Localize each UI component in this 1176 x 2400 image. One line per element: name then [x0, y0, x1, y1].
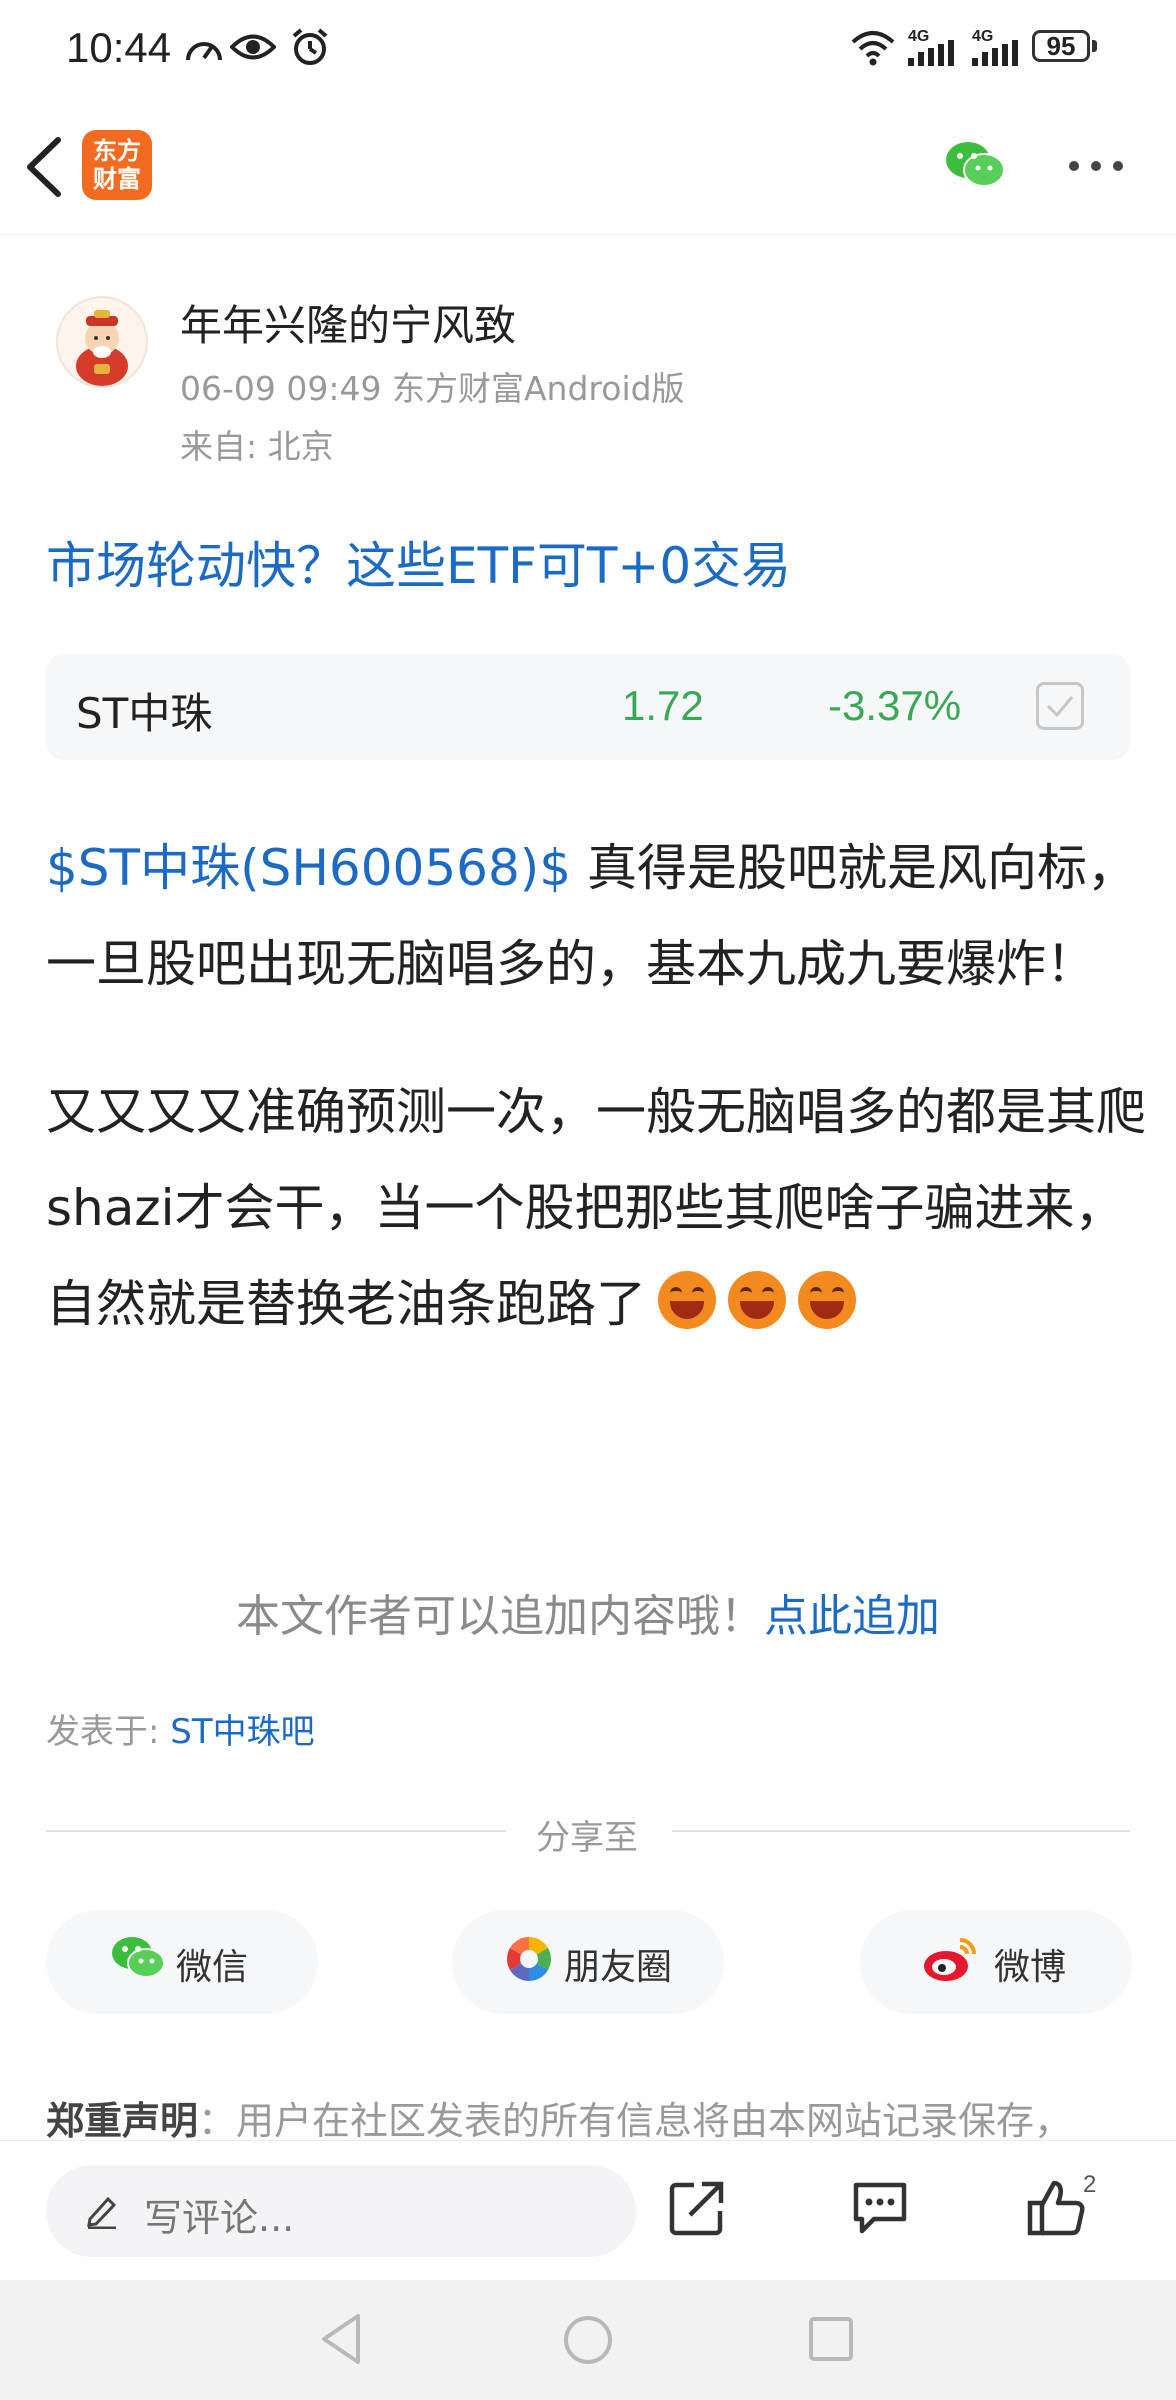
stock-card[interactable]: ST中珠 1.72 -3.37% [46, 654, 1130, 760]
logo-line-1: 东方 [93, 137, 141, 165]
divider-right [672, 1830, 1130, 1832]
post-meta: 06-09 09:49 东方财富Android版 [180, 369, 685, 408]
pencil-icon [87, 2196, 117, 2229]
alarm-icon [292, 28, 328, 65]
thumbs-up-icon[interactable] [1026, 2179, 1086, 2237]
laughing-emoji-icon [658, 1271, 716, 1329]
comment-placeholder: 写评论... [144, 2196, 295, 2240]
laughing-emoji-icon [728, 1271, 786, 1329]
posted-in: 发表于: ST中珠吧 [46, 1704, 315, 1753]
app-logo: 东方 财富 [82, 130, 152, 200]
signal-icon [908, 40, 954, 66]
share-moments-button[interactable]: 朋友圈 [452, 1910, 724, 2014]
share-icon[interactable] [668, 2179, 726, 2237]
nav-recents-icon[interactable] [808, 2316, 854, 2362]
watchlist-checkbox[interactable] [1036, 682, 1084, 730]
disclaimer-text: ：用户在社区发表的所有信息将由本网站记录保存， [198, 2099, 1073, 2143]
share-moments-label: 朋友圈 [564, 1947, 673, 1988]
append-text: 本文作者可以追加内容哦！ [236, 1591, 764, 1642]
comment-input[interactable]: 写评论... [46, 2165, 636, 2257]
status-bar: 10:44 4G 4G 95 [0, 0, 1176, 100]
stock-change: -3.37% [828, 682, 962, 729]
posted-in-label: 发表于: [46, 1712, 171, 1752]
share-title: 分享至 [536, 1818, 638, 1858]
moments-icon [507, 1937, 551, 1981]
comment-icon[interactable] [850, 2179, 910, 2235]
stock-bar-link[interactable]: ST中珠吧 [170, 1712, 314, 1752]
stock-price: 1.72 [622, 682, 704, 729]
weibo-icon [924, 1938, 976, 1981]
wifi-icon [851, 31, 895, 66]
speedometer-icon [186, 42, 222, 61]
disclaimer-label: 郑重声明 [46, 2099, 199, 2143]
signal-icon-2 [972, 40, 1018, 66]
status-time: 10:44 [66, 24, 172, 71]
divider-left [46, 1830, 506, 1832]
avatar-image [76, 310, 128, 386]
share-wechat-button[interactable]: 微信 [46, 1910, 318, 2014]
eye-icon [230, 34, 276, 60]
system-nav-bar [0, 2280, 1176, 2400]
post-paragraph-2-text: 又又又又准确预测一次，一般无脑唱多的都是其爬shazi才会干，当一个股把那些其爬… [46, 1083, 1146, 1333]
battery-tip [1092, 40, 1097, 52]
battery-indicator: 95 [1032, 30, 1090, 62]
post-location: 来自: 北京 [180, 427, 334, 466]
logo-line-2: 财富 [93, 165, 141, 193]
stock-name: ST中珠 [76, 689, 213, 738]
share-wechat-label: 微信 [176, 1947, 249, 1988]
promo-title-link[interactable]: 市场轮动快？这些ETF可T+0交易 [46, 526, 791, 598]
post-paragraph-1: $ST中珠(SH600568)$ 真得是股吧就是风向标，一旦股吧出现无脑唱多的，… [46, 820, 1146, 1012]
disclaimer: 郑重声明：用户在社区发表的所有信息将由本网站记录保存， [46, 2090, 1072, 2145]
like-count: 2 [1083, 2171, 1097, 2198]
nav-home-icon[interactable] [562, 2314, 614, 2366]
laughing-emoji-icon [798, 1271, 856, 1329]
wechat-icon[interactable] [944, 140, 1006, 190]
stock-tag-link[interactable]: $ST中珠(SH600568)$ [46, 839, 571, 897]
app-header: 东方 财富 [0, 100, 1176, 235]
author-name[interactable]: 年年兴隆的宁风致 [180, 292, 516, 353]
append-content-line: 本文作者可以追加内容哦！点此追加 [0, 1580, 1176, 1644]
wechat-icon [112, 1937, 165, 1978]
append-link[interactable]: 点此追加 [764, 1591, 940, 1642]
check-icon [1046, 696, 1074, 718]
nav-back-icon[interactable] [318, 2312, 366, 2366]
post-body: $ST中珠(SH600568)$ 真得是股吧就是风向标，一旦股吧出现无脑唱多的，… [46, 820, 1146, 1404]
author-avatar[interactable] [56, 296, 148, 388]
post-paragraph-2: 又又又又准确预测一次，一般无脑唱多的都是其爬shazi才会干，当一个股把那些其爬… [46, 1064, 1146, 1352]
more-icon[interactable] [1068, 160, 1124, 172]
share-weibo-button[interactable]: 微博 [860, 1910, 1132, 2014]
bottom-action-bar: 写评论... 2 [0, 2140, 1176, 2281]
share-weibo-label: 微博 [994, 1947, 1067, 1988]
back-arrow-icon[interactable] [22, 136, 66, 198]
